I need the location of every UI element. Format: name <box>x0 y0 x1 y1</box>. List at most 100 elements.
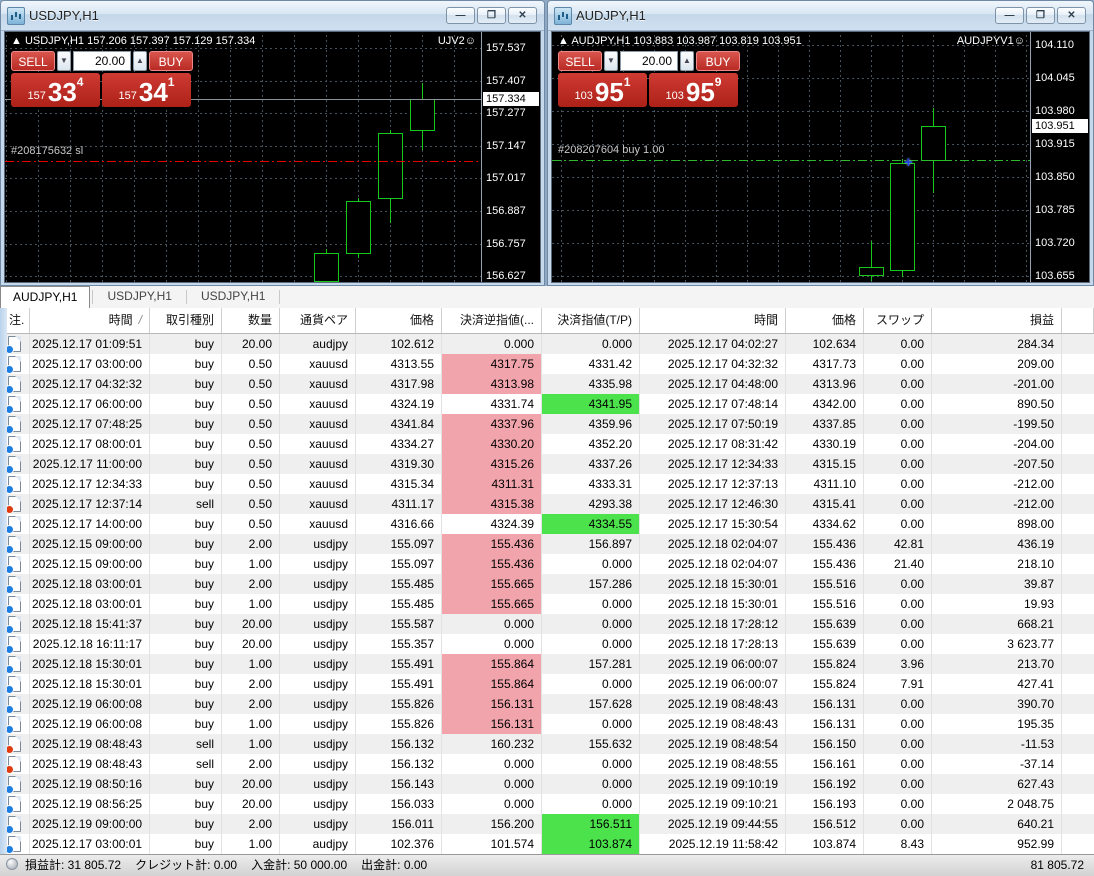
volume-decrement-button[interactable]: ▼ <box>57 51 71 71</box>
tab-audjpy-h1[interactable]: AUDJPY,H1 <box>0 286 91 309</box>
buy-button[interactable]: BUY <box>149 51 193 71</box>
volume-increment-button[interactable]: ▲ <box>133 51 147 71</box>
order-type-cell: buy <box>150 354 222 374</box>
table-row[interactable]: 2025.12.18 16:11:17 buy 20.00 usdjpy 155.357… <box>0 634 1094 654</box>
buy-order-icon <box>5 356 21 374</box>
column-header[interactable]: スワップ <box>864 308 932 333</box>
volume-input[interactable]: 20.00 <box>73 51 131 71</box>
tab-usdjpy-h1[interactable]: USDJPY,H1 <box>95 286 183 308</box>
volume-input[interactable]: 20.00 <box>620 51 678 71</box>
volume-cell: 1.00 <box>222 594 280 614</box>
chart-pane[interactable]: ▲ USDJPY,H1 157.206 157.397 157.129 157.… <box>5 32 481 282</box>
chart-pane[interactable]: ▲ AUDJPY,H1 103.883 103.987 103.819 103.… <box>552 32 1030 282</box>
collapse-arrow-icon[interactable]: ▲ <box>11 35 22 47</box>
minimize-button[interactable]: — <box>446 7 475 24</box>
close-price-cell: 156.192 <box>786 774 864 794</box>
close-time-cell: 2025.12.18 17:28:13 <box>640 634 786 654</box>
table-row[interactable]: 2025.12.19 08:48:43 sell 2.00 usdjpy 156.132… <box>0 754 1094 774</box>
price-axis[interactable]: 157.537 157.407 157.277 157.147 157.017 156.8… <box>481 32 540 282</box>
column-header[interactable]: 価格 <box>356 308 442 333</box>
row-filler <box>1062 734 1094 754</box>
column-header[interactable]: 決済指値(T/P) <box>542 308 640 333</box>
column-header[interactable]: 通貨ペア <box>280 308 356 333</box>
table-row[interactable]: 2025.12.19 08:56:25 buy 20.00 usdjpy 156.033… <box>0 794 1094 814</box>
table-row[interactable]: 2025.12.17 12:34:33 buy 0.50 xauusd 4315.34 4… <box>0 474 1094 494</box>
sell-button[interactable]: SELL <box>11 51 55 71</box>
column-header[interactable]: 時間 <box>640 308 786 333</box>
row-filler <box>1062 814 1094 834</box>
table-row[interactable]: 2025.12.17 11:00:00 buy 0.50 xauusd 4319.30 4… <box>0 454 1094 474</box>
take-profit-cell: 157.628 <box>542 694 640 714</box>
close-button[interactable]: ✕ <box>1057 7 1086 24</box>
collapse-arrow-icon[interactable]: ▲ <box>558 35 569 47</box>
take-profit-cell: 0.000 <box>542 554 640 574</box>
stop-loss-cell: 156.200 <box>442 814 542 834</box>
volume-decrement-button[interactable]: ▼ <box>604 51 618 71</box>
table-row[interactable]: 2025.12.19 06:00:08 buy 1.00 usdjpy 155.826 1… <box>0 714 1094 734</box>
sell-price-button[interactable]: 157 33 4 <box>11 73 100 107</box>
column-header[interactable]: 決済逆指値(... <box>442 308 542 333</box>
table-row[interactable]: 2025.12.19 09:00:00 buy 2.00 usdjpy 156.011 1… <box>0 814 1094 834</box>
table-row[interactable]: 2025.12.17 06:00:00 buy 0.50 xauusd 4324.19 4… <box>0 394 1094 414</box>
table-row[interactable]: 2025.12.18 03:00:01 buy 2.00 usdjpy 155.485 1… <box>0 574 1094 594</box>
symbol-cell: usdjpy <box>280 754 356 774</box>
buy-order-icon <box>5 696 21 714</box>
smiley-icon[interactable]: ☺ <box>465 35 476 47</box>
table-row[interactable]: 2025.12.18 15:30:01 buy 1.00 usdjpy 155.491 1… <box>0 654 1094 674</box>
close-time-cell: 2025.12.17 08:31:42 <box>640 434 786 454</box>
column-header[interactable]: 時間 / <box>30 308 150 333</box>
table-row[interactable]: 2025.12.17 07:48:25 buy 0.50 xauusd 4341.84 4… <box>0 414 1094 434</box>
table-row[interactable]: 2025.12.18 03:00:01 buy 1.00 usdjpy 155.485 1… <box>0 594 1094 614</box>
open-time-cell: 2025.12.17 03:00:01 <box>30 834 150 854</box>
profit-cell: 195.35 <box>932 714 1062 734</box>
chart-window-audjpy: AUDJPY,H1 — ❐ ✕ ▲ AUDJPY,H1 103.883 103.… <box>547 0 1094 286</box>
restore-button[interactable]: ❐ <box>477 7 506 24</box>
table-row[interactable]: 2025.12.17 01:09:51 buy 20.00 audjpy 102.612… <box>0 334 1094 354</box>
take-profit-cell: 4341.95 <box>542 394 640 414</box>
window-titlebar[interactable]: USDJPY,H1 — ❐ ✕ <box>1 1 544 31</box>
window-titlebar[interactable]: AUDJPY,H1 — ❐ ✕ <box>548 1 1093 31</box>
table-row[interactable]: 2025.12.17 03:00:01 buy 1.00 audjpy 102.376 1… <box>0 834 1094 854</box>
buy-button[interactable]: BUY <box>696 51 740 71</box>
table-row[interactable]: 2025.12.18 15:41:37 buy 20.00 usdjpy 155.587… <box>0 614 1094 634</box>
table-row[interactable]: 2025.12.19 08:50:16 buy 20.00 usdjpy 156.143… <box>0 774 1094 794</box>
sell-price-button[interactable]: 103 95 1 <box>558 73 647 107</box>
buy-price-button[interactable]: 103 95 9 <box>649 73 738 107</box>
table-row[interactable]: 2025.12.19 08:48:43 sell 1.00 usdjpy 156.132… <box>0 734 1094 754</box>
profit-cell: 284.34 <box>932 334 1062 354</box>
smiley-icon[interactable]: ☺ <box>1014 35 1025 47</box>
withdrawal-total: 出金計: 0.00 <box>361 858 428 872</box>
buy-price-button[interactable]: 157 34 1 <box>102 73 191 107</box>
table-row[interactable]: 2025.12.18 15:30:01 buy 2.00 usdjpy 155.491 1… <box>0 674 1094 694</box>
minimize-button[interactable]: — <box>995 7 1024 24</box>
tab-usdjpy-h1[interactable]: USDJPY,H1 <box>189 286 277 308</box>
symbol-cell: usdjpy <box>280 814 356 834</box>
open-price-cell: 155.097 <box>356 534 442 554</box>
volume-increment-button[interactable]: ▲ <box>680 51 694 71</box>
sell-button[interactable]: SELL <box>558 51 602 71</box>
restore-button[interactable]: ❐ <box>1026 7 1055 24</box>
price-axis[interactable]: 104.110 104.045 103.980 103.915 103.850 103.7… <box>1030 32 1089 282</box>
chart-area: ▲ USDJPY,H1 157.206 157.397 157.129 157.… <box>4 31 541 283</box>
table-row[interactable]: 2025.12.17 14:00:00 buy 0.50 xauusd 4316.66 4… <box>0 514 1094 534</box>
table-row[interactable]: 2025.12.17 04:32:32 buy 0.50 xauusd 4317.98 4… <box>0 374 1094 394</box>
table-row[interactable]: 2025.12.17 12:37:14 sell 0.50 xauusd 4311.17… <box>0 494 1094 514</box>
table-row[interactable]: 2025.12.17 03:00:00 buy 0.50 xauusd 4313.55 4… <box>0 354 1094 374</box>
stop-loss-cell: 0.000 <box>442 614 542 634</box>
table-row[interactable]: 2025.12.15 09:00:00 buy 1.00 usdjpy 155.097 1… <box>0 554 1094 574</box>
table-row[interactable]: 2025.12.17 08:00:01 buy 0.50 xauusd 4334.27 4… <box>0 434 1094 454</box>
order-type-cell: buy <box>150 594 222 614</box>
sell-order-icon <box>5 756 21 774</box>
table-row[interactable]: 2025.12.15 09:00:00 buy 2.00 usdjpy 155.097 1… <box>0 534 1094 554</box>
buy-order-icon <box>5 796 21 814</box>
column-header[interactable]: 価格 <box>786 308 864 333</box>
symbol-cell: xauusd <box>280 354 356 374</box>
chart-window-icon <box>7 7 25 25</box>
column-header[interactable]: 取引種別 <box>150 308 222 333</box>
table-row[interactable]: 2025.12.19 06:00:08 buy 2.00 usdjpy 155.826 1… <box>0 694 1094 714</box>
column-header[interactable]: 数量 <box>222 308 280 333</box>
open-price-cell: 156.132 <box>356 734 442 754</box>
close-button[interactable]: ✕ <box>508 7 537 24</box>
column-header[interactable]: 損益 <box>932 308 1062 333</box>
volume-cell: 20.00 <box>222 774 280 794</box>
